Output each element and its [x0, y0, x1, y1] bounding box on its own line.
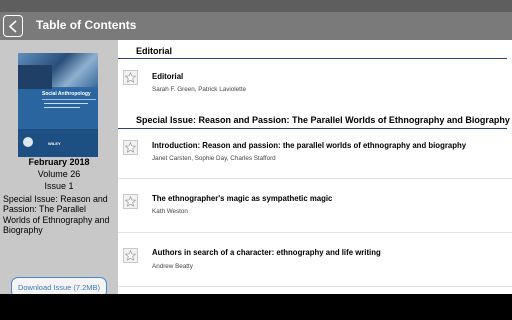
article-authors: Sarah F. Green, Patrick Laviolette [152, 86, 247, 93]
favorite-button[interactable] [123, 248, 138, 263]
article-authors: Janet Carsten, Sophie Day, Charles Staff… [152, 155, 276, 162]
cover-line [44, 103, 88, 104]
issue-number: Issue 1 [44, 181, 74, 191]
star-icon [125, 72, 136, 83]
cover-title: Social Anthropology [42, 91, 91, 97]
back-button[interactable] [3, 15, 23, 37]
toc-list[interactable]: Editorial Editorial Sarah F. Green, Patr… [118, 40, 512, 294]
row-divider [118, 178, 512, 179]
favorite-button[interactable] [123, 140, 138, 155]
favorite-button[interactable] [123, 194, 138, 209]
article-title[interactable]: The ethnographer's magic as sympathetic … [152, 194, 332, 203]
section-title: Editorial [136, 46, 173, 56]
issue-cover[interactable]: Social Anthropology WILEY [18, 53, 98, 157]
cover-seal-icon [23, 137, 33, 147]
star-icon [125, 142, 136, 153]
row-divider [118, 286, 512, 287]
issue-volume: Volume 26 [37, 169, 81, 179]
cover-subtitle-lines [42, 99, 96, 113]
article-title[interactable]: Authors in search of a character: ethnog… [152, 248, 381, 257]
article-authors: Kath Weston [152, 208, 188, 215]
system-nav-bar [0, 294, 512, 320]
cover-line [44, 107, 80, 108]
issue-description: Special Issue: Reason and Passion: The P… [3, 194, 110, 236]
section-header: Special Issue: Reason and Passion: The P… [118, 111, 512, 129]
article-title[interactable]: Editorial [152, 72, 183, 81]
article-item[interactable]: Introduction: Reason and passion: the pa… [118, 129, 512, 181]
article-item[interactable]: Authors in search of a character: ethnog… [118, 236, 512, 288]
cover-publisher-logo: WILEY [48, 141, 61, 146]
article-title[interactable]: Introduction: Reason and passion: the pa… [152, 141, 466, 150]
section-title: Special Issue: Reason and Passion: The P… [136, 115, 510, 125]
issue-date: February 2018 [28, 157, 90, 167]
chevron-left-icon [8, 20, 17, 33]
app-bar: Table of Contents [0, 12, 512, 40]
star-icon [125, 250, 136, 261]
star-icon [125, 196, 136, 207]
row-divider [118, 232, 512, 233]
article-item[interactable]: The ethnographer's magic as sympathetic … [118, 182, 512, 234]
issue-sidebar: Social Anthropology WILEY February 2018 … [0, 40, 118, 298]
status-bar [0, 0, 512, 12]
article-authors: Andrew Beatty [152, 263, 193, 270]
article-item[interactable]: Editorial Sarah F. Green, Patrick Laviol… [118, 59, 512, 111]
cover-photo-detail [18, 65, 52, 89]
page-title: Table of Contents [36, 18, 137, 32]
favorite-button[interactable] [123, 70, 138, 85]
